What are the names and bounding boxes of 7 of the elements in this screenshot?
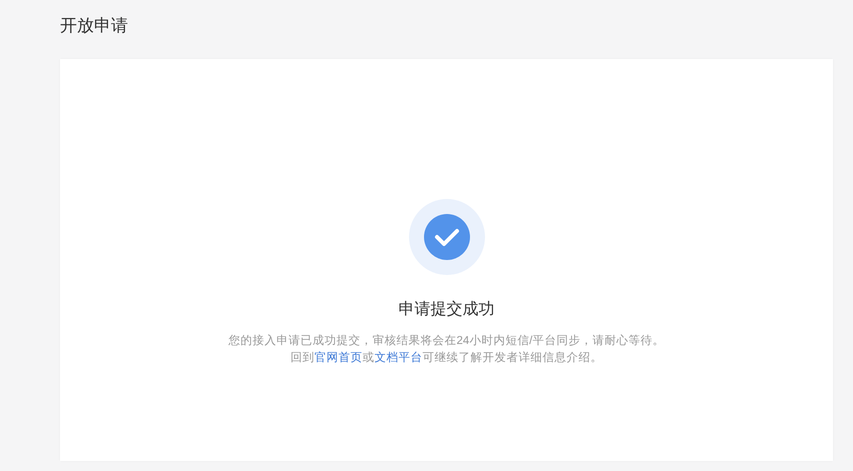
result-title: 申请提交成功 [398, 300, 494, 320]
page-title: 开放申请 [60, 15, 128, 37]
help-text: 回到官网首页或文档平台可继续了解开发者详细信息介绍。 [290, 350, 602, 366]
link[interactable]: 文档平台 [374, 352, 422, 364]
result-message: 您的接入申请已成功提交，审核结果将会在24小时内短信/平台同步，请耐心等待。 [228, 333, 664, 349]
success-check-icon [408, 199, 484, 275]
link[interactable]: 官网首页 [314, 352, 362, 364]
